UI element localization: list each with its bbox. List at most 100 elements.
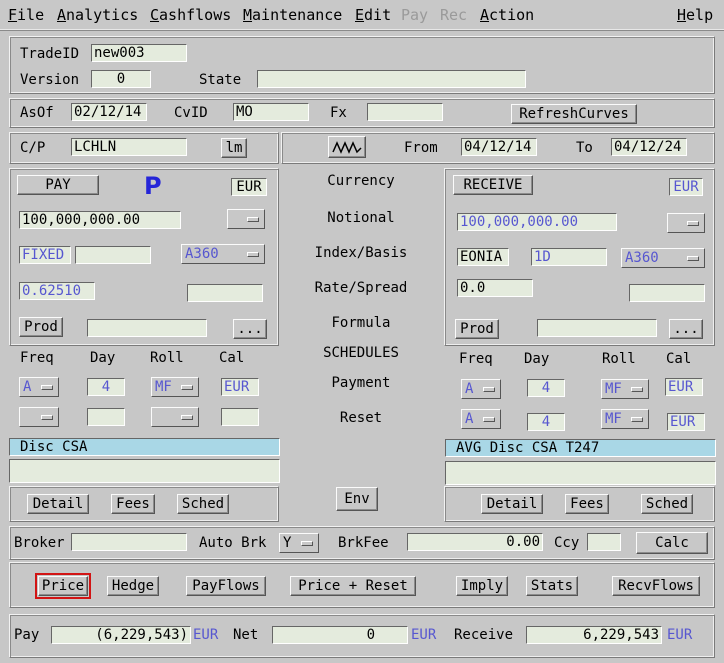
broker-field[interactable] [71, 533, 187, 551]
pay-reset-freq-dropdown[interactable] [19, 407, 59, 427]
menu-file[interactable]: File [8, 6, 44, 24]
state-field[interactable] [257, 70, 526, 88]
receive-discount-detail-field[interactable] [445, 461, 716, 485]
brkfee-label: BrkFee [338, 535, 389, 551]
receive-spread-field[interactable]: 0.0 [457, 279, 533, 297]
brkfee-field[interactable]: 0.00 [407, 533, 543, 551]
pay-button[interactable]: PAY [17, 175, 99, 195]
pay-daycount-dropdown[interactable]: A360 [181, 244, 265, 264]
pay-payment-cal-field[interactable]: EUR [221, 378, 259, 396]
pay-reset-cal-field[interactable] [221, 408, 259, 426]
pay-fees-button[interactable]: Fees [111, 494, 155, 514]
pay-rate-field[interactable]: 0.62510 [19, 282, 95, 300]
price-reset-button[interactable]: Price + Reset [290, 576, 416, 596]
imply-button[interactable]: Imply [456, 576, 508, 596]
tradeid-label: TradeID [20, 46, 80, 62]
receive-button[interactable]: RECEIVE [453, 175, 533, 195]
pay-currency-field[interactable]: EUR [231, 178, 267, 196]
recvflows-button[interactable]: RecvFlows [612, 576, 700, 596]
receive-currency-field[interactable]: EUR [669, 178, 703, 196]
receive-fees-button[interactable]: Fees [565, 494, 609, 514]
pay-rate-extra-field[interactable] [75, 246, 151, 264]
pay-discount-detail-field[interactable] [9, 459, 280, 483]
payflows-button[interactable]: PayFlows [186, 576, 266, 596]
receive-reset-day-field[interactable]: 4 [527, 413, 565, 431]
receive-discount-curve-bar[interactable]: AVG Disc CSA T247 [445, 439, 716, 457]
menu-cashflows[interactable]: Cashflows [150, 6, 231, 24]
receive-payment-freq-dropdown[interactable]: A [461, 379, 501, 399]
pay-prod-field[interactable] [87, 319, 207, 337]
receive-daycount-dropdown[interactable]: A360 [621, 248, 705, 268]
receive-extra-field[interactable] [629, 284, 705, 302]
rate-spread-row-label: Rate/Spread [314, 280, 408, 296]
receive-total-label: Receive [454, 627, 514, 643]
receive-more-button[interactable]: ... [669, 319, 703, 339]
schedules-heading: SCHEDULES [323, 345, 399, 361]
menu-action[interactable]: Action [480, 6, 534, 24]
auto-brk-label: Auto Brk [199, 535, 267, 551]
hedge-button[interactable]: Hedge [107, 576, 159, 596]
receive-total-field: 6,229,543 [526, 626, 662, 644]
ccy-label: Ccy [554, 535, 580, 551]
menu-maintenance[interactable]: Maintenance [243, 6, 342, 24]
receive-payment-roll-dropdown[interactable]: MF [601, 379, 649, 399]
curve-chart-button[interactable] [328, 136, 366, 158]
pay-sched-button[interactable]: Sched [177, 494, 229, 514]
menu-analytics[interactable]: Analytics [57, 6, 138, 24]
cvid-label: CvID [174, 105, 208, 121]
stats-button[interactable]: Stats [526, 576, 578, 596]
fx-field[interactable] [367, 103, 443, 121]
pay-reset-day-field[interactable] [87, 408, 125, 426]
pay-spread-field[interactable] [187, 284, 263, 302]
receive-reset-roll-dropdown[interactable]: MF [601, 409, 649, 429]
ccy-field[interactable] [587, 533, 621, 551]
pay-notional-dropdown[interactable] [227, 209, 265, 229]
to-label: To [576, 140, 593, 156]
env-button[interactable]: Env [336, 487, 378, 511]
receive-notional-field[interactable]: 100,000,000.00 [457, 213, 617, 231]
menu-help[interactable]: Help [677, 6, 713, 24]
lm-button[interactable]: lm [221, 138, 247, 158]
receive-notional-dropdown[interactable] [667, 213, 705, 233]
receive-prod-button[interactable]: Prod [455, 319, 499, 339]
auto-brk-dropdown[interactable]: Y [279, 533, 319, 553]
index-basis-row-label: Index/Basis [314, 245, 408, 261]
receive-prod-field[interactable] [537, 319, 657, 337]
refresh-curves-button[interactable]: RefreshCurves [511, 104, 637, 124]
receive-cal-label: Cal [666, 351, 692, 367]
pay-detail-button[interactable]: Detail [27, 494, 89, 514]
from-date-field[interactable]: 04/12/14 [461, 138, 537, 156]
state-label: State [199, 72, 242, 88]
pay-payment-freq-dropdown[interactable]: A [19, 377, 59, 397]
receive-payment-day-field[interactable]: 4 [527, 379, 565, 397]
receive-detail-button[interactable]: Detail [481, 494, 543, 514]
receive-tenor-field[interactable]: 1D [531, 248, 607, 266]
receive-index-field[interactable]: EONIA [457, 248, 509, 266]
pay-more-button[interactable]: ... [233, 319, 267, 339]
pay-direction-marker: P [144, 172, 162, 200]
payment-row-label: Payment [331, 375, 391, 391]
price-button[interactable]: Price [35, 573, 91, 599]
fx-label: Fx [330, 105, 347, 121]
pay-notional-field[interactable]: 100,000,000.00 [19, 211, 181, 229]
asof-field[interactable]: 02/12/14 [71, 103, 147, 121]
to-date-field[interactable]: 04/12/24 [611, 138, 687, 156]
menu-edit[interactable]: Edit [355, 6, 391, 24]
receive-sched-button[interactable]: Sched [641, 494, 693, 514]
pay-payment-roll-dropdown[interactable]: MF [151, 377, 199, 397]
tradeid-field[interactable]: new003 [91, 44, 187, 62]
version-field[interactable]: 0 [91, 70, 151, 88]
pay-reset-roll-dropdown[interactable] [151, 407, 199, 427]
receive-payment-cal-field[interactable]: EUR [665, 378, 703, 396]
net-total-currency: EUR [411, 627, 437, 643]
receive-reset-freq-dropdown[interactable]: A [461, 409, 501, 429]
pay-discount-curve-bar[interactable]: Disc CSA [9, 438, 280, 456]
cvid-field[interactable]: MO [233, 103, 309, 121]
pay-rate-type-field[interactable]: FIXED [19, 246, 71, 264]
receive-reset-cal-field[interactable]: EUR [667, 413, 705, 431]
pay-prod-button[interactable]: Prod [19, 317, 63, 337]
counterparty-field[interactable]: LCHLN [71, 138, 187, 156]
pay-payment-day-field[interactable]: 4 [87, 378, 125, 396]
calc-button[interactable]: Calc [636, 532, 708, 554]
pay-day-label: Day [90, 350, 116, 366]
